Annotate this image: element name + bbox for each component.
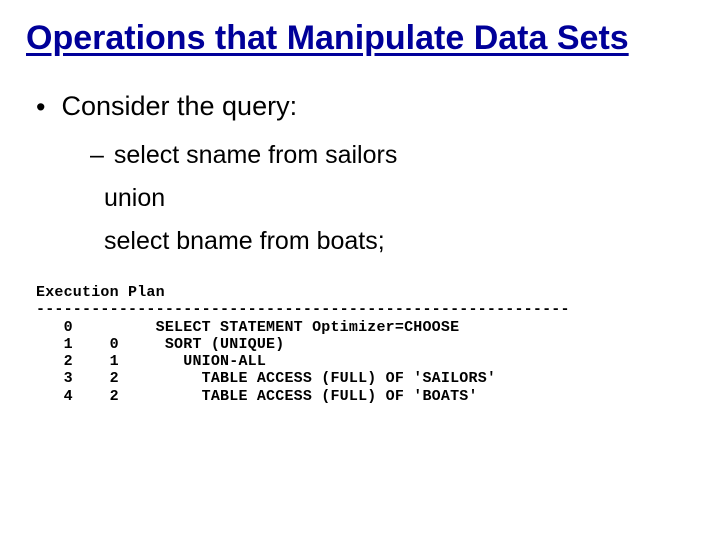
plan-row-pid [128, 319, 137, 336]
bullet-level2: – select sname from sailors [90, 141, 694, 170]
plan-row-op: SORT (UNIQUE) [146, 336, 284, 353]
plan-row-id: 0 [64, 319, 73, 336]
plan-row-op: TABLE ACCESS (FULL) OF 'BOATS' [146, 388, 477, 405]
bullet-dot-icon: • [36, 91, 45, 123]
plan-row-id: 2 [64, 353, 73, 370]
query-line-2: union [104, 184, 694, 213]
query-line-1: select sname from sailors [114, 141, 397, 170]
plan-row-pid: 0 [110, 336, 119, 353]
plan-header: Execution Plan [36, 284, 165, 301]
plan-row-pid: 1 [110, 353, 119, 370]
plan-row-op: TABLE ACCESS (FULL) OF 'SAILORS' [146, 370, 496, 387]
query-line-3: select bname from boats; [104, 227, 694, 256]
bullet-dash-icon: – [90, 141, 104, 170]
plan-row-pid: 2 [110, 370, 119, 387]
plan-row-op: SELECT STATEMENT Optimizer=CHOOSE [156, 319, 460, 336]
slide-title: Operations that Manipulate Data Sets [26, 18, 694, 59]
plan-row-op: UNION-ALL [146, 353, 266, 370]
slide: Operations that Manipulate Data Sets • C… [0, 0, 720, 540]
bullet-level1-text: Consider the query: [61, 91, 297, 122]
bullet-level1: • Consider the query: [36, 91, 694, 123]
plan-row-id: 4 [64, 388, 73, 405]
execution-plan: Execution Plan -------------------------… [36, 284, 694, 405]
plan-row-pid: 2 [110, 388, 119, 405]
plan-row-id: 3 [64, 370, 73, 387]
plan-row-id: 1 [64, 336, 73, 353]
plan-separator: ----------------------------------------… [36, 301, 570, 318]
